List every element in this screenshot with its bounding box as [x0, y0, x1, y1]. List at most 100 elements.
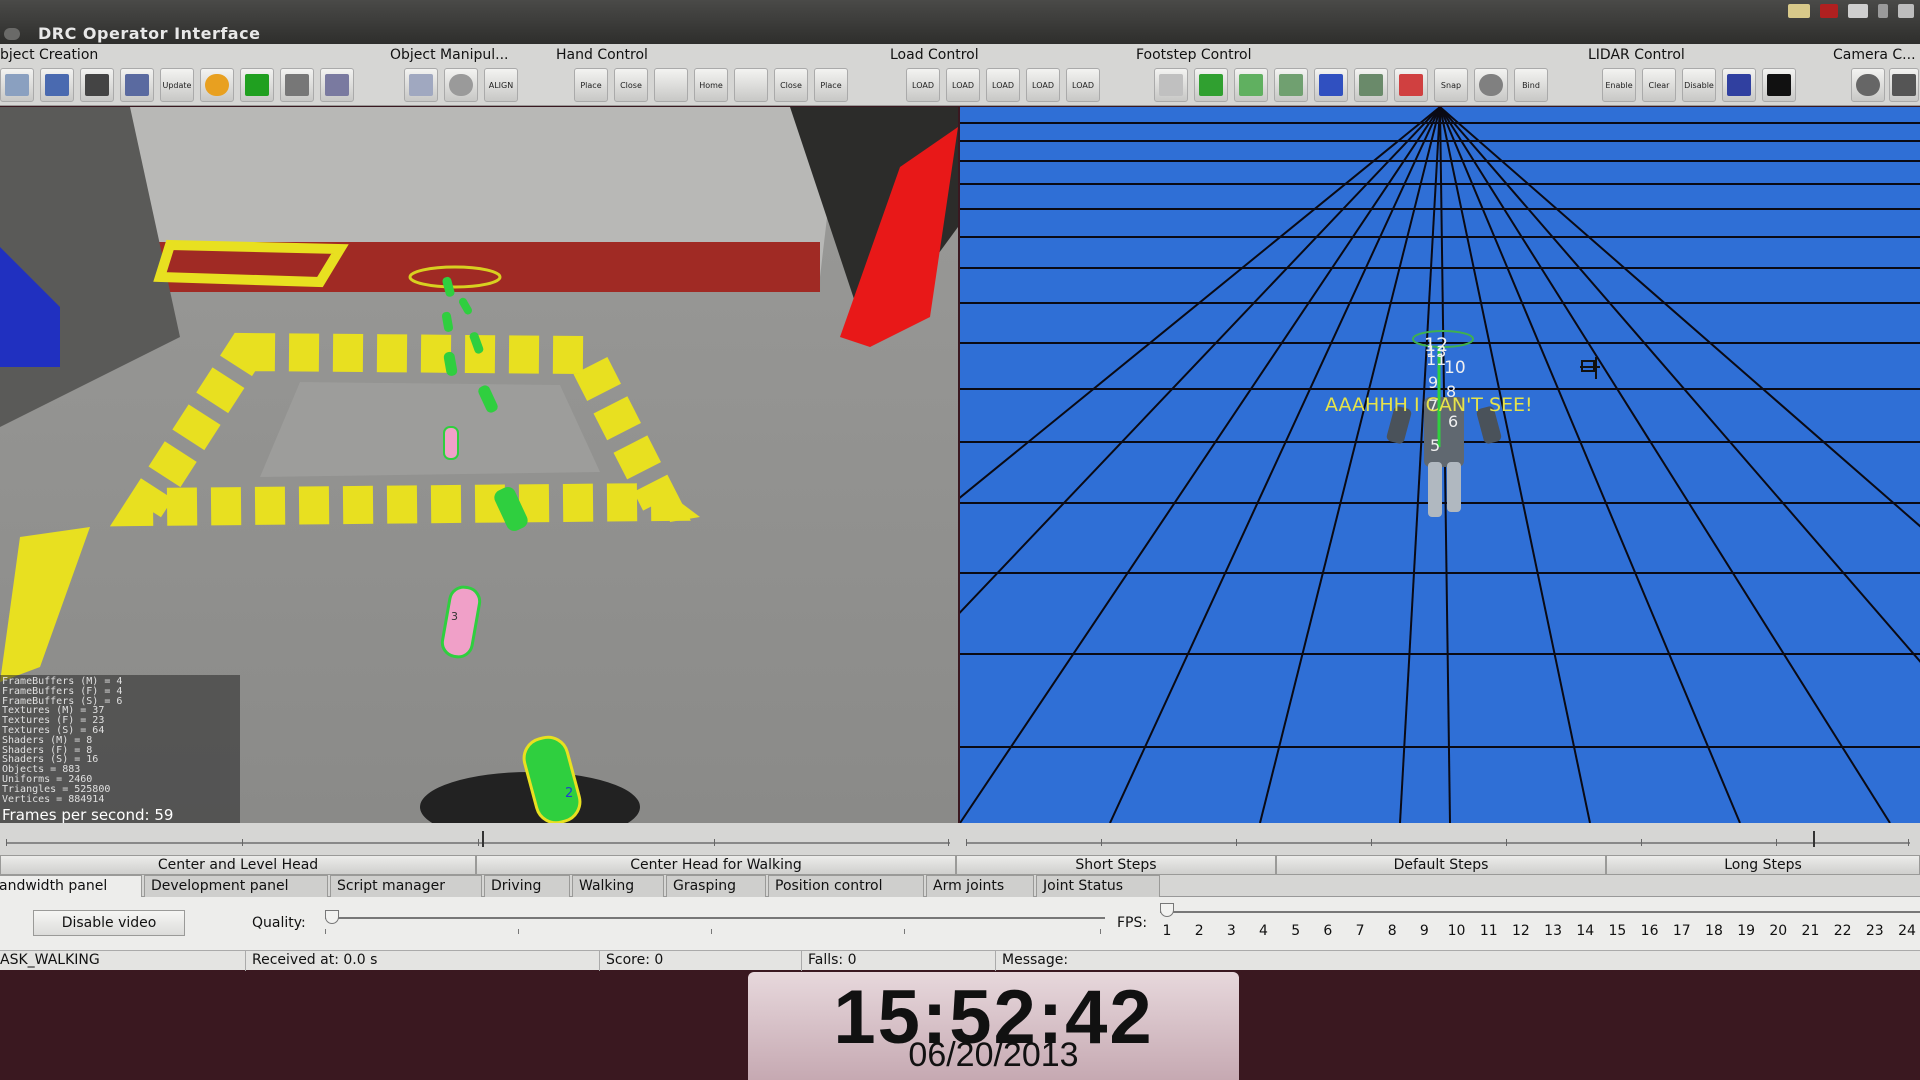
green-block-button[interactable]	[240, 68, 274, 102]
align-button[interactable]: ALIGN	[484, 68, 518, 102]
tab-driving[interactable]: Driving	[484, 875, 570, 897]
tab-arm-joints[interactable]: Arm joints	[926, 875, 1034, 897]
footstep-right-button[interactable]	[1194, 68, 1228, 102]
cube-tool-button[interactable]	[40, 68, 74, 102]
fps-tick-label: 20	[1769, 923, 1788, 939]
tab-walking[interactable]: Walking	[572, 875, 664, 897]
tab-development-panel[interactable]: Development panel	[144, 875, 328, 897]
rotate-tool-button[interactable]	[444, 68, 478, 102]
tab-position-control[interactable]: Position control	[768, 875, 924, 897]
center-level-head-button[interactable]: Center and Level Head	[0, 855, 476, 875]
slider-handle[interactable]	[482, 831, 484, 847]
fps-tick-label: 15	[1608, 923, 1627, 939]
valve-tool-button[interactable]	[320, 68, 354, 102]
footstep-snap-button[interactable]: Snap	[1434, 68, 1468, 102]
camera-view-button[interactable]	[1889, 68, 1919, 102]
load-button-3[interactable]: LOAD	[986, 68, 1020, 102]
mail-icon[interactable]	[1848, 4, 1868, 18]
camera-view-panel[interactable]: 3 2 FrameBuffers (M) = 4 FrameBuffers (F…	[0, 107, 958, 823]
footstep-left-button[interactable]	[1154, 68, 1188, 102]
toolbar-group-object-creation: bject Creation Update	[0, 44, 380, 106]
grid-tool-button[interactable]	[80, 68, 114, 102]
footstep-both-button[interactable]	[1274, 68, 1308, 102]
fps-tick-label: 10	[1447, 923, 1466, 939]
footstep-dots-button[interactable]	[1314, 68, 1348, 102]
select-tool-button[interactable]	[0, 68, 34, 102]
footstep-bind-button[interactable]: Bind	[1514, 68, 1548, 102]
fps-tick-label: 22	[1833, 923, 1852, 939]
fps-tick-label: 11	[1479, 923, 1498, 939]
hand-place-right-button[interactable]: Place	[814, 68, 848, 102]
hand-home-button[interactable]: Home	[694, 68, 728, 102]
panel-tabs: andwidth panel Development panel Script …	[0, 875, 1920, 897]
slider-handle[interactable]	[1813, 831, 1815, 847]
lidar-clear-button[interactable]: Clear	[1642, 68, 1676, 102]
window-title: DRC Operator Interface	[38, 24, 261, 43]
bandwidth-panel: Disable video Quality: FPS: 1 2 3 4 5 6 7 8 9 10 1…	[0, 897, 1920, 950]
toolbar-group-object-manipulation: Object Manipul... ALIGN	[390, 44, 540, 106]
record-icon[interactable]	[1820, 4, 1838, 18]
update-vehicle-button[interactable]: Update	[160, 68, 194, 102]
default-steps-button[interactable]: Default Steps	[1276, 855, 1606, 875]
ring-tool-button[interactable]	[200, 68, 234, 102]
head-angle-slider[interactable]	[6, 829, 950, 849]
fps-slider-handle[interactable]	[1160, 903, 1174, 917]
window-close-icon[interactable]	[4, 28, 20, 40]
hose-tool-button[interactable]	[280, 68, 314, 102]
footstep-delete-button[interactable]	[1394, 68, 1428, 102]
fps-tick-label: 16	[1640, 923, 1659, 939]
move-tool-button[interactable]	[404, 68, 438, 102]
vehicle-tool-button[interactable]	[120, 68, 154, 102]
quality-slider[interactable]	[325, 907, 1105, 937]
toolbar-group-hand-control: Hand Control Place Close Home Close Plac…	[556, 44, 856, 106]
load-button-4[interactable]: LOAD	[1026, 68, 1060, 102]
tab-grasping[interactable]: Grasping	[666, 875, 766, 897]
tab-script-manager[interactable]: Script manager	[330, 875, 482, 897]
lidar-enable-button[interactable]: Enable	[1602, 68, 1636, 102]
clock-overlay: 15:52:42 06/20/2013	[748, 972, 1239, 1080]
fps-tick-label: 17	[1672, 923, 1691, 939]
step-length-slider[interactable]	[966, 829, 1910, 849]
toolbar-group-lidar-control: LIDAR Control Enable Clear Disable	[1588, 44, 1808, 106]
3d-scene-panel[interactable]: 12 13 11 10 9 8 7 6 5 AAAHHH I CAN'T SEE…	[960, 107, 1920, 823]
footstep-walk-button[interactable]	[1354, 68, 1388, 102]
center-head-walking-button[interactable]: Center Head for Walking	[476, 855, 956, 875]
load-button-5[interactable]: LOAD	[1066, 68, 1100, 102]
toolbar-group-label: Object Manipul...	[390, 47, 509, 63]
head-step-slider-row	[0, 823, 1920, 855]
long-steps-button[interactable]: Long Steps	[1606, 855, 1920, 875]
quality-slider-handle[interactable]	[325, 910, 339, 924]
fps-tick-label: 3	[1226, 923, 1236, 939]
status-bar: ASK_WALKING Received at: 0.0 s Score: 0 …	[0, 950, 1920, 971]
toolbar-group-label: bject Creation	[0, 47, 99, 63]
short-steps-button[interactable]: Short Steps	[956, 855, 1276, 875]
frames-per-second-readout: Frames per second: 59	[2, 806, 174, 823]
lidar-scan-button[interactable]	[1722, 68, 1756, 102]
lidar-disable-button[interactable]: Disable	[1682, 68, 1716, 102]
footstep-pair-button[interactable]	[1234, 68, 1268, 102]
disable-video-button[interactable]: Disable video	[33, 910, 185, 936]
bluetooth-icon[interactable]	[1878, 4, 1888, 18]
hand-close-left-button[interactable]: Close	[614, 68, 648, 102]
lidar-black-button[interactable]	[1762, 68, 1796, 102]
hand-blank-left-button[interactable]	[654, 68, 688, 102]
toolbar-group-load-control: Load Control LOAD LOAD LOAD LOAD LOAD	[890, 44, 1110, 106]
folder-icon[interactable]	[1788, 4, 1810, 18]
hand-close-right-button[interactable]: Close	[774, 68, 808, 102]
fps-slider[interactable]: 1 2 3 4 5 6 7 8 9 10 11 12 13 14 15 16 17 18 19 20 21 22 23 24	[1160, 899, 1920, 949]
footstep-turn-button[interactable]	[1474, 68, 1508, 102]
tab-joint-status[interactable]: Joint Status	[1036, 875, 1160, 897]
load-button-1[interactable]: LOAD	[906, 68, 940, 102]
step-number-label: 5	[1430, 436, 1440, 455]
fps-tick-label: 7	[1355, 923, 1365, 939]
stat-line: Vertices = 884914	[2, 793, 105, 805]
walk-preset-buttons: Center and Level Head Center Head for Wa…	[0, 855, 1920, 875]
title-bar: DRC Operator Interface	[0, 0, 1920, 44]
hand-blank-right-button[interactable]	[734, 68, 768, 102]
load-button-2[interactable]: LOAD	[946, 68, 980, 102]
network-icon[interactable]	[1898, 4, 1914, 18]
hand-place-left-button[interactable]: Place	[574, 68, 608, 102]
tab-bandwidth-panel[interactable]: andwidth panel	[0, 875, 142, 897]
fps-tick-label: 2	[1194, 923, 1204, 939]
camera-eye-button[interactable]	[1851, 68, 1885, 102]
